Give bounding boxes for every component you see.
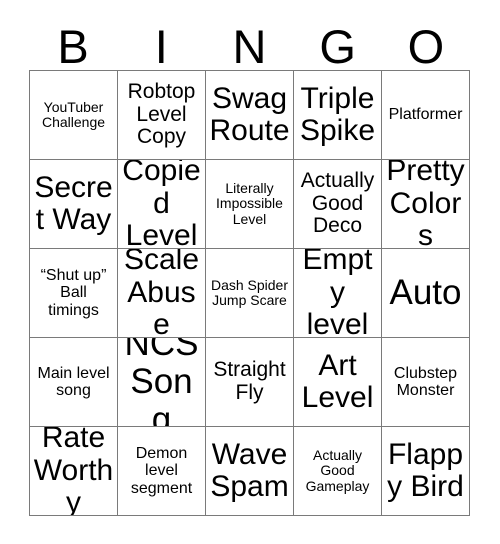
bingo-grid: YouTuber Challenge Robtop Level Copy Swag …: [29, 70, 470, 516]
bingo-cell-label: Scale Abuse: [123, 249, 200, 338]
bingo-cell-label: Wave Spam: [210, 437, 289, 503]
bingo-cell[interactable]: “Shut up” Ball timings: [30, 249, 118, 338]
bingo-cell-label: Art Level: [301, 348, 374, 414]
bingo-cell-label: Flappy Bird: [387, 437, 464, 503]
bingo-cell[interactable]: Straight Fly: [206, 338, 294, 427]
bingo-cell[interactable]: Art Level: [294, 338, 382, 427]
bingo-cell[interactable]: Actually Good Gameplay: [294, 427, 382, 516]
bingo-cell-label: Straight Fly: [213, 358, 286, 404]
bingo-cell-label: Auto: [389, 273, 462, 313]
bingo-cell-label: Rate Worthy: [33, 427, 114, 516]
bingo-cell-label: Swag Route: [209, 81, 290, 147]
bingo-cell[interactable]: Copied Level: [118, 160, 206, 249]
bingo-header: B I N G O: [29, 14, 470, 70]
bingo-cell-label: Literally Impossible Level: [216, 180, 283, 227]
bingo-cell-label: YouTuber Challenge: [41, 98, 106, 130]
bingo-cell[interactable]: Robtop Level Copy: [118, 71, 206, 160]
bingo-cell-label: Demon level segment: [130, 445, 193, 497]
bingo-cell[interactable]: Literally Impossible Level: [206, 160, 294, 249]
bingo-cell[interactable]: Swag Route: [206, 71, 294, 160]
bingo-cell[interactable]: Wave Spam: [206, 427, 294, 516]
bingo-cell[interactable]: Clubstep Monster: [382, 338, 470, 427]
header-letter-n: N: [232, 20, 267, 73]
bingo-cell-label: Triple Spike: [299, 81, 376, 147]
bingo-cell[interactable]: Platformer: [382, 71, 470, 160]
bingo-cell[interactable]: Secret Way: [30, 160, 118, 249]
bingo-cell-label: Actually Good Gameplay: [305, 447, 370, 494]
bingo-cell-label: NCS Song: [124, 338, 199, 427]
bingo-cell-label: Dash Spider Jump Scare: [210, 276, 289, 308]
bingo-cell-label: Robtop Level Copy: [127, 79, 196, 149]
bingo-cell-label: Clubstep Monster: [393, 364, 458, 399]
header-letter-o: O: [407, 20, 445, 73]
bingo-cell[interactable]: YouTuber Challenge: [30, 71, 118, 160]
bingo-cell[interactable]: Triple Spike: [294, 71, 382, 160]
bingo-cell[interactable]: Demon level segment: [118, 427, 206, 516]
bingo-cell[interactable]: Rate Worthy: [30, 427, 118, 516]
bingo-cell[interactable]: Flappy Bird: [382, 427, 470, 516]
header-letter-i: I: [154, 20, 168, 73]
bingo-cell-label: Actually Good Deco: [300, 168, 375, 238]
bingo-cell-label: Secret Way: [34, 170, 113, 236]
bingo-cell[interactable]: Scale Abuse: [118, 249, 206, 338]
bingo-cell-label: Empty level: [302, 249, 373, 338]
bingo-cell-label: Copied Level: [122, 160, 201, 249]
bingo-cell-label: Main level song: [37, 364, 110, 399]
bingo-cell[interactable]: Actually Good Deco: [294, 160, 382, 249]
bingo-cell[interactable]: Empty level: [294, 249, 382, 338]
bingo-cell[interactable]: Pretty Colors: [382, 160, 470, 249]
bingo-cell[interactable]: Main level song: [30, 338, 118, 427]
header-letter-g: G: [319, 20, 356, 73]
bingo-cell[interactable]: Dash Spider Jump Scare: [206, 249, 294, 338]
header-letter-b: B: [57, 20, 89, 73]
bingo-cell[interactable]: NCS Song: [118, 338, 206, 427]
bingo-cell[interactable]: Auto: [382, 249, 470, 338]
bingo-cell-label: Platformer: [388, 106, 463, 124]
bingo-cell-label: “Shut up” Ball timings: [40, 267, 107, 319]
bingo-cell-label: Pretty Colors: [386, 160, 465, 249]
bingo-card: B I N G O YouTuber Challenge Robtop Level…: [0, 0, 500, 544]
